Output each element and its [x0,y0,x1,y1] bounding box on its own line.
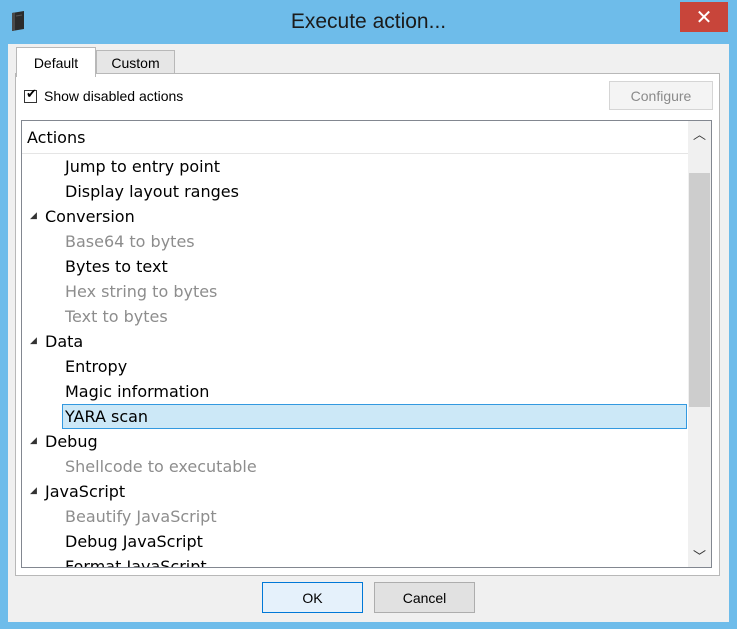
window-title: Execute action... [290,10,447,33]
show-disabled-checkbox[interactable]: ✔ [24,86,37,103]
tree-row-label: Text to bytes [65,307,168,326]
tree-item-row[interactable]: Format JavaScript [22,554,688,568]
tree-row-label: Debug JavaScript [65,532,203,551]
dialog-client-area: Default Custom ✔ Show disabled actions C… [8,44,729,622]
tree-row-label: Debug [45,432,98,451]
tree-group-row[interactable]: ◢ Conversion [22,204,688,229]
expand-triangle-icon[interactable]: ◢ [30,204,37,229]
tree-item-row[interactable]: YARA scan [22,404,688,429]
tree-row-label: YARA scan [65,407,149,426]
chevron-up-icon: ︿ [692,127,706,143]
tree-row-label: Entropy [65,357,128,376]
ok-button[interactable]: OK [262,582,363,613]
execute-action-dialog: Execute action... ✕ Default Custom ✔ Sho… [0,0,737,629]
checkmark-icon: ✔ [26,86,37,102]
tree-row-label: JavaScript [45,482,126,501]
tree-row-label: Magic information [65,382,210,401]
tab-default[interactable]: Default [16,47,96,77]
tree-row-label: Beautify JavaScript [65,507,217,526]
tree-row-label: Conversion [45,207,135,226]
tree-row-label: Base64 to bytes [65,232,195,251]
tree-row-label: Format JavaScript [65,557,207,568]
tree-item-row[interactable]: Entropy [22,354,688,379]
tree-column-header[interactable]: Actions [22,121,688,154]
tree-item-row[interactable]: Base64 to bytes [22,229,688,254]
actions-tree[interactable]: Actions Jump to entry point Display layou… [21,120,712,568]
tree-row-label: Display layout ranges [65,182,239,201]
tree-item-row[interactable]: Text to bytes [22,304,688,329]
tree-row-label: Bytes to text [65,257,168,276]
tree-body: Jump to entry point Display layout ranges… [22,154,688,568]
title-bar[interactable]: Execute action... ✕ [0,0,737,44]
show-disabled-label[interactable]: Show disabled actions [44,88,183,104]
scroll-down-button[interactable]: ﹀ [688,543,711,567]
tree-group-row[interactable]: ◢ JavaScript [22,479,688,504]
tab-custom[interactable]: Custom [96,50,175,74]
close-icon: ✕ [695,5,713,29]
expand-triangle-icon[interactable]: ◢ [30,429,37,454]
scroll-up-button[interactable]: ︿ [688,121,711,145]
expand-triangle-icon[interactable]: ◢ [30,479,37,504]
default-tab-panel: ✔ Show disabled actions Configure Action… [15,73,720,576]
selection-highlight [62,404,687,429]
tree-row-label: Hex string to bytes [65,282,218,301]
expand-triangle-icon[interactable]: ◢ [30,329,37,354]
chevron-down-icon: ﹀ [692,549,706,565]
tree-item-row[interactable]: Shellcode to executable [22,454,688,479]
tree-group-row[interactable]: ◢ Debug [22,429,688,454]
tree-group-row[interactable]: ◢ Data [22,329,688,354]
tree-row-label: Data [45,332,84,351]
tree-item-row[interactable]: Display layout ranges [22,179,688,204]
tree-item-row[interactable]: Beautify JavaScript [22,504,688,529]
cancel-button[interactable]: Cancel [374,582,475,613]
tree-item-row[interactable]: Hex string to bytes [22,279,688,304]
tree-row-label: Shellcode to executable [65,457,257,476]
tree-item-row[interactable]: Debug JavaScript [22,529,688,554]
tree-item-row[interactable]: Jump to entry point [22,154,688,179]
tree-item-row[interactable]: Bytes to text [22,254,688,279]
show-disabled-row[interactable]: ✔ Show disabled actions [24,86,183,104]
vertical-scrollbar[interactable]: ︿ ﹀ [688,121,711,567]
tree-item-row[interactable]: Magic information [22,379,688,404]
configure-button[interactable]: Configure [609,81,713,110]
scroll-thumb[interactable] [689,173,710,407]
tree-row-label: Jump to entry point [65,157,221,176]
close-button[interactable]: ✕ [680,2,728,32]
